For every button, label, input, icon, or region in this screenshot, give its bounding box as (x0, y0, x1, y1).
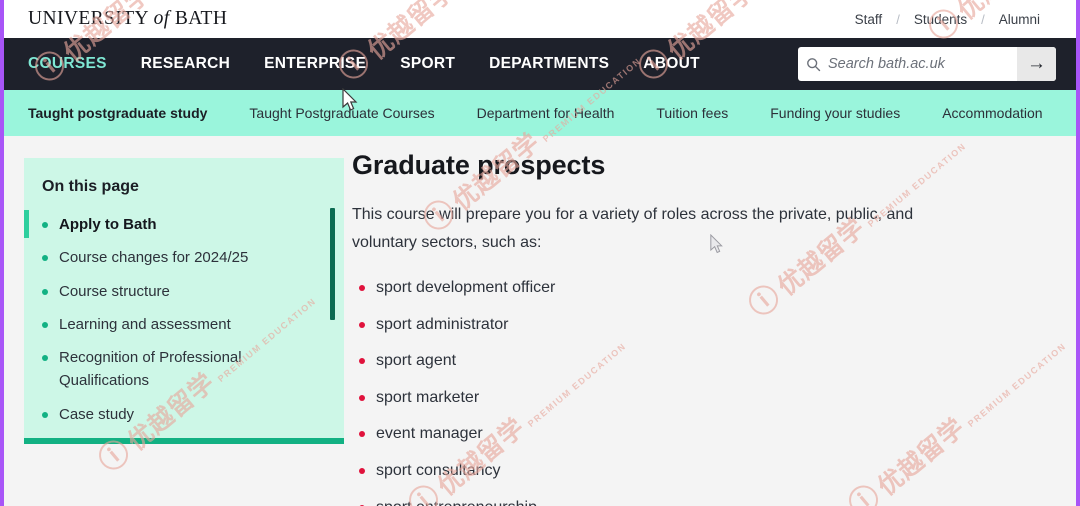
logo-suffix: BATH (174, 8, 228, 29)
main-navigation-bar: COURSES RESEARCH ENTERPRISE SPORT DEPART… (4, 38, 1076, 90)
on-this-page-list: Apply to Bath Course changes for 2024/25… (24, 208, 344, 431)
bullet-icon (359, 431, 365, 438)
sidebar-item-label: Learning and assessment (59, 315, 231, 333)
sidebar-column: On this page Apply to Bath Course change… (4, 136, 344, 506)
audience-links: Staff / Students / Alumni (841, 12, 1054, 27)
link-alumni[interactable]: Alumni (985, 12, 1054, 27)
sidebar-item-case-study[interactable]: Case study (24, 398, 344, 431)
nav-item-research[interactable]: RESEARCH (141, 55, 247, 73)
sidebar-item-course-structure[interactable]: Course structure (24, 275, 344, 308)
subnav-item-taught-postgraduate-study[interactable]: Taught postgraduate study (28, 105, 207, 121)
graduate-roles-list: sport development officer sport administ… (352, 277, 1036, 506)
link-staff[interactable]: Staff (841, 12, 897, 27)
bullet-icon (42, 222, 48, 228)
sidebar-item-apply-to-bath[interactable]: Apply to Bath (24, 208, 344, 241)
subnav-item-funding-your-studies[interactable]: Funding your studies (770, 105, 900, 121)
list-item-label: event manager (376, 425, 483, 443)
logo-prefix: UNIVERSITY (28, 8, 149, 29)
list-item-label: sport development officer (376, 279, 556, 296)
nav-item-sport[interactable]: SPORT (400, 55, 472, 73)
top-utility-bar: UNIVERSITY of BATH Staff / Students / Al… (4, 0, 1076, 38)
list-item: sport agent (352, 350, 1036, 372)
list-item: sport administrator (352, 314, 1036, 336)
list-item: event manager (352, 423, 1036, 445)
search-submit-button[interactable]: → (1017, 47, 1056, 81)
mouse-cursor-secondary (710, 234, 723, 254)
search-input[interactable] (828, 47, 1017, 81)
bullet-icon (42, 255, 48, 262)
page-title: Graduate prospects (352, 150, 606, 180)
bullet-icon (42, 288, 48, 295)
sidebar-item-label: Apply to Bath (59, 216, 157, 233)
on-this-page-panel: On this page Apply to Bath Course change… (24, 158, 344, 444)
bullet-icon (359, 358, 365, 365)
subnav-item-department-for-health[interactable]: Department for Health (477, 105, 615, 121)
sidebar-item-label: Course changes for 2024/25 (59, 249, 249, 267)
nav-item-about[interactable]: ABOUT (643, 55, 717, 73)
nav-item-departments[interactable]: DEPARTMENTS (489, 55, 626, 73)
breadcrumb-subnav: Taught postgraduate study Taught Postgra… (4, 90, 1076, 136)
on-this-page-title: On this page (42, 178, 139, 195)
list-item-label: sport administrator (376, 315, 509, 333)
search-icon (798, 57, 828, 72)
sidebar-item-label: Recognition of Professional Qualificatio… (59, 349, 242, 390)
sidebar-item-learning-and-assessment[interactable]: Learning and assessment (24, 308, 344, 341)
bullet-icon (42, 321, 48, 328)
list-item: sport entrepreneurship (352, 497, 1036, 506)
site-search: → (798, 47, 1056, 81)
sidebar-scrollbar[interactable] (330, 208, 335, 436)
bullet-icon (359, 467, 365, 474)
sidebar-item-course-changes[interactable]: Course changes for 2024/25 (24, 241, 344, 274)
mouse-cursor-primary (342, 88, 358, 111)
list-item: sport development officer (352, 277, 1036, 299)
page-body: On this page Apply to Bath Course change… (4, 136, 1076, 506)
main-content-column: Graduate prospects This course will prep… (344, 136, 1076, 506)
sidebar-item-label: Case study (59, 405, 135, 423)
list-item-label: sport entrepreneurship (376, 497, 537, 506)
browser-page: UNIVERSITY of BATH Staff / Students / Al… (0, 0, 1080, 506)
logo-of: of (153, 8, 170, 29)
nav-item-enterprise[interactable]: ENTERPRISE (264, 55, 383, 73)
university-logo[interactable]: UNIVERSITY of BATH (28, 8, 227, 30)
sidebar-item-recognition-of-professional-qualifications[interactable]: Recognition of Professional Qualificatio… (24, 341, 344, 398)
list-item-label: sport consultancy (376, 461, 501, 479)
list-item-label: sport marketer (376, 388, 480, 406)
bullet-icon (359, 321, 365, 328)
sidebar-scrollbar-thumb[interactable] (330, 208, 335, 320)
list-item: sport marketer (352, 387, 1036, 409)
nav-item-courses[interactable]: COURSES (28, 55, 124, 73)
intro-paragraph: This course will prepare you for a varie… (352, 206, 914, 251)
list-item-label: sport agent (376, 352, 457, 370)
bullet-icon (42, 411, 48, 418)
link-students[interactable]: Students (900, 12, 981, 27)
list-item: sport consultancy (352, 460, 1036, 482)
subnav-item-tuition-fees[interactable]: Tuition fees (656, 105, 728, 121)
bullet-icon (42, 355, 48, 361)
bullet-icon (359, 394, 365, 401)
main-nav-items: COURSES RESEARCH ENTERPRISE SPORT DEPART… (28, 55, 798, 73)
sidebar-item-label: Course structure (59, 282, 170, 300)
subnav-item-accommodation[interactable]: Accommodation (942, 105, 1042, 121)
bullet-icon (359, 285, 365, 291)
